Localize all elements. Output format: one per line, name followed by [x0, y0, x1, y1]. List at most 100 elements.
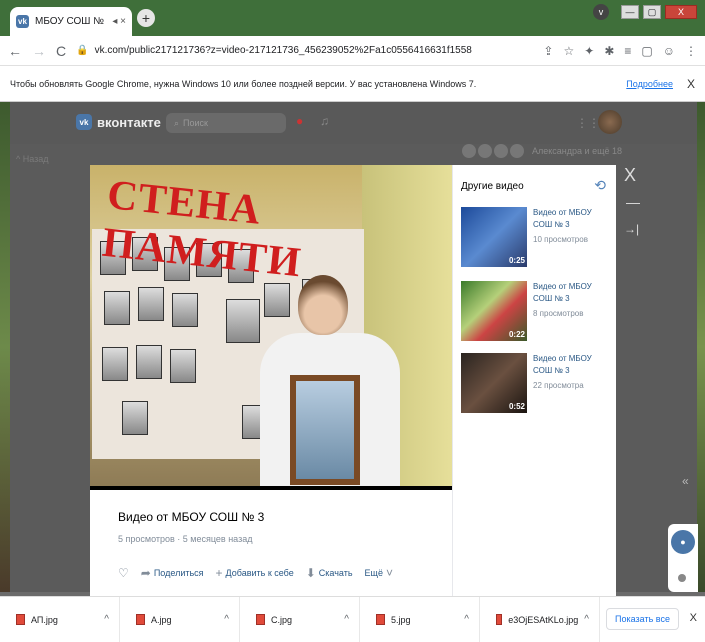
download-item[interactable]: С.jpg ^	[240, 596, 360, 642]
share-icon[interactable]: ⇪	[543, 44, 553, 58]
extensions-puzzle-icon[interactable]: ✱	[604, 44, 614, 58]
video-item-title: Видео от МБОУ СОШ № 3	[533, 282, 592, 303]
close-downloads-icon[interactable]: X	[690, 612, 697, 624]
reload-button[interactable]: C	[56, 43, 66, 59]
desktop-edge-left	[0, 102, 10, 592]
like-heart-icon[interactable]: ♡	[118, 566, 129, 580]
apps-grid-icon[interactable]: ⋮⋮	[576, 116, 600, 130]
notifications-bell-icon[interactable]: ●	[296, 114, 303, 128]
memorial-photo	[226, 299, 260, 343]
vk-back-link[interactable]: ^ Назад	[16, 154, 49, 164]
download-label: Скачать	[318, 568, 353, 578]
address-bar[interactable]: 🔒 vk.com/public217121736?z=video-2171217…	[76, 40, 533, 62]
show-all-downloads-button[interactable]: Показать все	[606, 608, 679, 630]
video-meta: 5 просмотров · 5 месяцев назад	[118, 534, 253, 544]
video-item-views: 10 просмотров	[533, 235, 588, 244]
video-item-title: Видео от МБОУ СОШ № 3	[533, 354, 592, 375]
forward-button[interactable]: →	[32, 43, 46, 59]
video-item-meta: Видео от МБОУ СОШ № 3 8 просмотров	[533, 281, 611, 341]
vk-side-widget[interactable]: ●	[668, 524, 698, 592]
download-item[interactable]: АП.jpg ^	[0, 596, 120, 642]
vk-community-icon[interactable]: ●	[671, 530, 695, 554]
reading-list-icon[interactable]: ≡	[624, 44, 631, 58]
video-person	[260, 275, 410, 490]
dock-modal-icon[interactable]: →|	[624, 222, 639, 236]
video-list-item[interactable]: 0:25 Видео от МБОУ СОШ № 3 10 просмотров	[461, 207, 611, 267]
maximize-button[interactable]: ▢	[643, 5, 661, 19]
lock-icon[interactable]: 🔒	[76, 45, 88, 56]
minimize-modal-icon[interactable]: —	[626, 194, 640, 210]
back-button[interactable]: ←	[8, 43, 22, 59]
download-button[interactable]: ⬇ Скачать	[306, 566, 353, 580]
image-file-icon	[136, 614, 145, 625]
friends-strip: Александра и ещё 18	[462, 144, 622, 158]
more-button[interactable]: Ещё ˅	[365, 566, 393, 580]
video-item-views: 8 просмотров	[533, 309, 584, 318]
friend-avatar	[462, 144, 476, 158]
video-item-views: 22 просмотра	[533, 381, 584, 390]
vk-logo[interactable]: vk вконтакте	[76, 114, 161, 130]
chevron-up-icon[interactable]: ^	[584, 614, 589, 625]
memorial-photo	[104, 291, 130, 325]
close-window-button[interactable]: X	[665, 5, 697, 19]
video-item-title: Видео от МБОУ СОШ № 3	[533, 208, 592, 229]
video-info: Видео от МБОУ СОШ № 3 5 просмотров · 5 м…	[90, 490, 452, 607]
bookmark-star-icon[interactable]: ☆	[563, 44, 574, 58]
friend-avatar	[494, 144, 508, 158]
update-infobar: Чтобы обновлять Google Chrome, нужна Win…	[0, 66, 705, 102]
tab-audio-close-icon[interactable]: ◂ ×	[112, 16, 126, 27]
infobar-close-icon[interactable]: X	[687, 77, 695, 91]
chevron-up-icon[interactable]: ^	[464, 614, 469, 625]
messages-dot-icon[interactable]	[678, 574, 686, 582]
download-filename: А.jpg	[151, 614, 172, 625]
download-item[interactable]: 5.jpg ^	[360, 596, 480, 642]
collapse-chevron-icon[interactable]: «	[682, 474, 689, 488]
chevron-up-icon[interactable]: ^	[344, 614, 349, 625]
portrait-photo	[296, 381, 354, 479]
share-button[interactable]: ➦ Поделиться	[141, 566, 204, 580]
tab-title: МБОУ СОШ № 3	[35, 16, 107, 27]
add-to-self-button[interactable]: + Добавить к себе	[216, 566, 294, 580]
vk-search-input[interactable]: ⌕ Поиск	[166, 113, 286, 133]
download-filename: С.jpg	[271, 614, 293, 625]
video-item-meta: Видео от МБОУ СОШ № 3 22 просмотра	[533, 353, 611, 413]
video-item-meta: Видео от МБОУ СОШ № 3 10 просмотров	[533, 207, 611, 267]
memorial-photo	[102, 347, 128, 381]
download-filename: 5.jpg	[391, 614, 411, 625]
image-file-icon	[376, 614, 385, 625]
plus-icon: +	[215, 566, 223, 580]
browser-tab[interactable]: vk МБОУ СОШ № 3 ◂ ×	[10, 7, 132, 36]
friend-avatar	[478, 144, 492, 158]
video-list-item[interactable]: 0:52 Видео от МБОУ СОШ № 3 22 просмотра	[461, 353, 611, 413]
desktop-edge-right	[697, 102, 705, 592]
side-panel-icon[interactable]: ▢	[641, 44, 652, 58]
video-duration: 0:52	[508, 402, 525, 411]
download-item[interactable]: e3OjESAtKLo.jpg ^	[480, 596, 600, 642]
video-thumbnail: 0:25	[461, 207, 527, 267]
memorial-photo	[136, 345, 162, 379]
download-filename: АП.jpg	[31, 614, 58, 625]
vk-favicon-icon: vk	[16, 15, 29, 28]
chrome-menu-icon[interactable]: ⋮	[685, 44, 697, 58]
user-avatar[interactable]	[598, 110, 622, 134]
refresh-icon[interactable]: ⟲	[594, 177, 606, 194]
music-icon[interactable]: ♫	[320, 114, 329, 128]
video-actions: ♡ ➦ Поделиться + Добавить к себе ⬇ Скача…	[118, 566, 393, 580]
other-videos-panel: Другие видео ⟲ 0:25 Видео от МБОУ СОШ № …	[452, 165, 616, 607]
video-list-item[interactable]: 0:22 Видео от МБОУ СОШ № 3 8 просмотров	[461, 281, 611, 341]
chevron-up-icon[interactable]: ^	[104, 614, 109, 625]
video-player[interactable]: СТЕНА ПАМЯТИ	[90, 165, 452, 490]
chevron-up-icon[interactable]: ^	[224, 614, 229, 625]
browser-toolbar: ← → C 🔒 vk.com/public217121736?z=video-2…	[0, 36, 705, 66]
minimize-button[interactable]: —	[621, 5, 639, 19]
extension-green-icon[interactable]: ✦	[584, 44, 594, 58]
download-item[interactable]: А.jpg ^	[120, 596, 240, 642]
new-tab-button[interactable]: +	[137, 9, 155, 27]
vk-logo-text: вконтакте	[97, 114, 161, 130]
video-duration: 0:22	[508, 330, 525, 339]
infobar-more-link[interactable]: Подробнее	[626, 79, 673, 89]
chrome-menu-dropdown-icon[interactable]: v	[593, 4, 609, 20]
more-label: Ещё	[364, 568, 383, 578]
close-modal-icon[interactable]: X	[624, 165, 636, 186]
profile-avatar-icon[interactable]: ☺	[663, 44, 675, 58]
